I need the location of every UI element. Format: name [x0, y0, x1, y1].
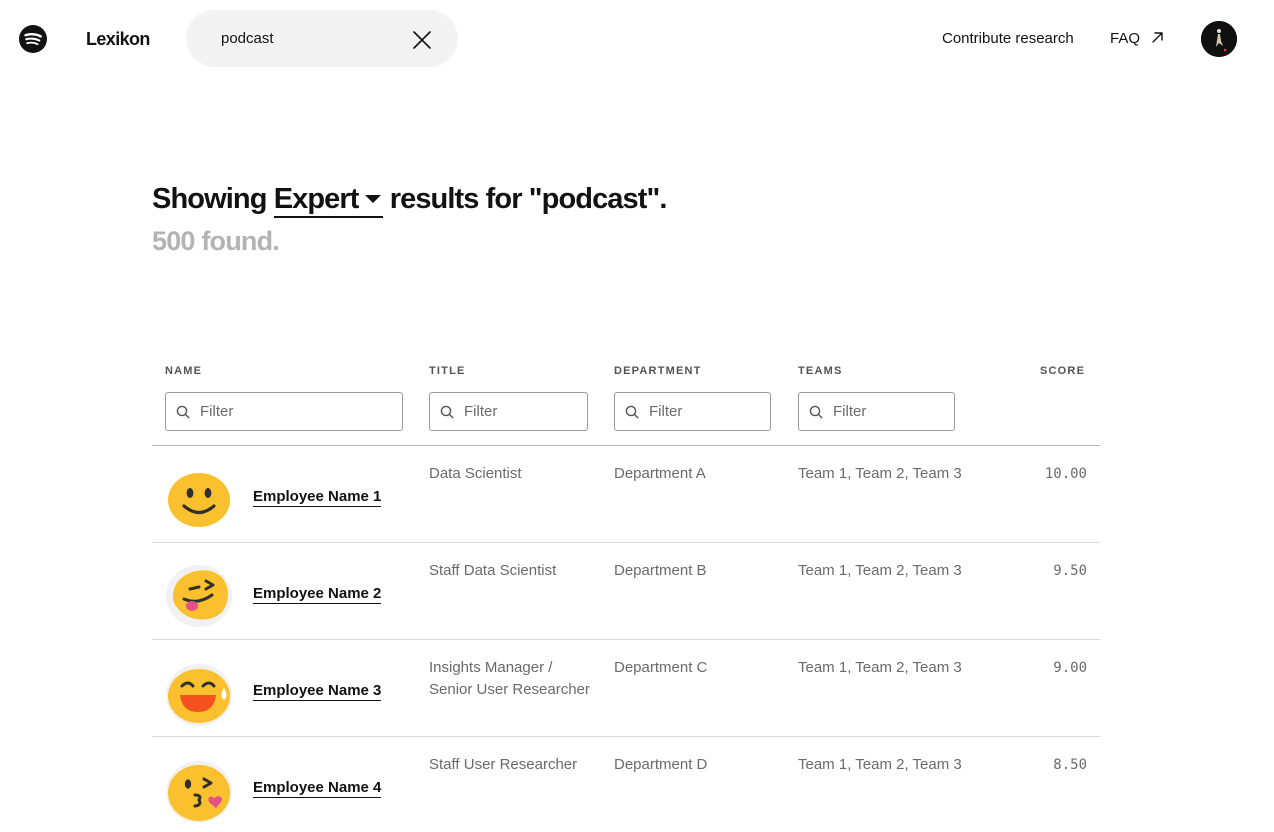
employee-name-link[interactable]: Employee Name 1 [253, 488, 382, 507]
arrow-up-right-icon [1152, 32, 1163, 43]
column-header-title: TITLE [429, 365, 466, 377]
department-filter-field[interactable] [614, 392, 771, 431]
employee-name-link[interactable]: Employee Name 2 [253, 585, 382, 604]
employee-title: Staff User Researcher [429, 756, 578, 773]
search-icon [440, 405, 454, 419]
grinning-sweat-face-icon [166, 664, 232, 726]
search-icon [809, 405, 823, 419]
brand-name[interactable]: Lexikon [86, 29, 150, 50]
column-header-name: NAME [165, 365, 203, 377]
employee-department: Department A [614, 465, 706, 482]
table-row[interactable]: Employee Name 4 Staff User Researcher De… [152, 737, 1100, 832]
search-icon [176, 405, 190, 419]
employee-department: Department D [614, 756, 708, 773]
title-filter-input[interactable] [464, 393, 574, 430]
heading-prefix: Showing [152, 183, 267, 215]
caret-down-icon[interactable] [364, 195, 381, 203]
employee-title: Staff Data Scientist [429, 562, 557, 579]
employee-department: Department B [614, 562, 707, 579]
results-heading: Showing Expert results for "podcast". [152, 182, 667, 218]
search-input[interactable]: podcast [221, 30, 274, 47]
table-row[interactable]: Employee Name 1 Data Scientist Departmen… [152, 446, 1100, 543]
name-filter-field[interactable] [165, 392, 403, 431]
employee-title: Insights Manager / Senior User Researche… [429, 659, 590, 698]
avatar-image [1201, 21, 1237, 57]
kissing-face-icon [166, 761, 232, 823]
title-filter-field[interactable] [429, 392, 588, 431]
employee-score: 8.50 [1053, 757, 1087, 773]
employee-title: Data Scientist [429, 465, 522, 482]
search-bar[interactable]: podcast [186, 10, 458, 67]
employee-teams: Team 1, Team 2, Team 3 [798, 659, 962, 676]
heading-suffix: results for "podcast". [389, 183, 668, 215]
name-filter-input[interactable] [200, 393, 366, 430]
search-icon [625, 405, 639, 419]
column-header-teams: TEAMS [798, 365, 843, 377]
column-header-department: DEPARTMENT [614, 365, 702, 377]
employee-name-link[interactable]: Employee Name 3 [253, 682, 382, 701]
employee-teams: Team 1, Team 2, Team 3 [798, 465, 962, 482]
spotify-logo-icon[interactable] [19, 25, 47, 53]
teams-filter-input[interactable] [833, 393, 942, 430]
table-row[interactable]: Employee Name 3 Insights Manager / Senio… [152, 640, 1100, 737]
employee-department: Department C [614, 659, 708, 676]
teams-filter-field[interactable] [798, 392, 955, 431]
column-header-score: SCORE [1040, 365, 1086, 377]
employee-score: 9.00 [1053, 660, 1087, 676]
avatar[interactable] [1201, 21, 1237, 57]
contribute-research-link[interactable]: Contribute research [942, 30, 1074, 47]
employee-teams: Team 1, Team 2, Team 3 [798, 756, 962, 773]
close-icon[interactable] [412, 30, 432, 50]
employee-teams: Team 1, Team 2, Team 3 [798, 562, 962, 579]
department-filter-input[interactable] [649, 393, 758, 430]
top-bar: Lexikon podcast Contribute research FAQ [0, 0, 1274, 78]
smiling-face-icon [168, 473, 230, 527]
employee-score: 10.00 [1044, 466, 1087, 482]
result-type-dropdown[interactable]: Expert [273, 182, 383, 218]
winking-tongue-face-icon [166, 565, 232, 627]
result-type-label[interactable]: Expert [274, 183, 360, 215]
employee-name-link[interactable]: Employee Name 4 [253, 779, 382, 798]
faq-link[interactable]: FAQ [1110, 30, 1140, 47]
results-count: 500 found. [152, 226, 280, 256]
employee-score: 9.50 [1053, 563, 1087, 579]
table-row[interactable]: Employee Name 2 Staff Data Scientist Dep… [152, 543, 1100, 640]
